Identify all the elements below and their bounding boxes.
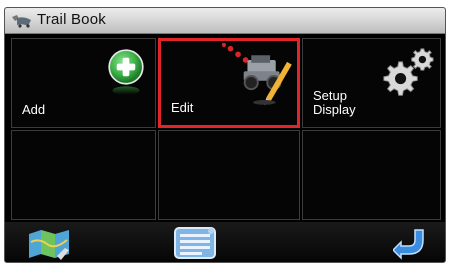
empty-tile [11,130,156,220]
trail-book-app-icon [12,15,31,28]
edit-jeep-pencil-icon [221,43,292,106]
setup-display-tile[interactable]: Setup Display [302,38,441,128]
app-window: Trail Book Add Edit Setup Display [4,7,446,263]
menu-grid: Add Edit Setup Display [11,38,441,220]
add-plus-icon [108,49,144,95]
edit-tile[interactable]: Edit [158,38,300,128]
empty-tile [302,130,441,220]
map-icon[interactable] [27,226,73,260]
empty-tile [158,130,300,220]
back-arrow-icon[interactable] [393,226,433,260]
list-menu-icon[interactable] [173,226,217,260]
window-title: Trail Book [37,11,106,28]
bottom-bar [5,222,445,262]
add-label: Add [22,102,46,117]
setup-display-label: Setup Display [313,88,356,117]
edit-label: Edit [171,100,194,115]
gears-icon [383,48,434,96]
title-bar: Trail Book [5,8,445,34]
add-tile[interactable]: Add [11,38,156,128]
